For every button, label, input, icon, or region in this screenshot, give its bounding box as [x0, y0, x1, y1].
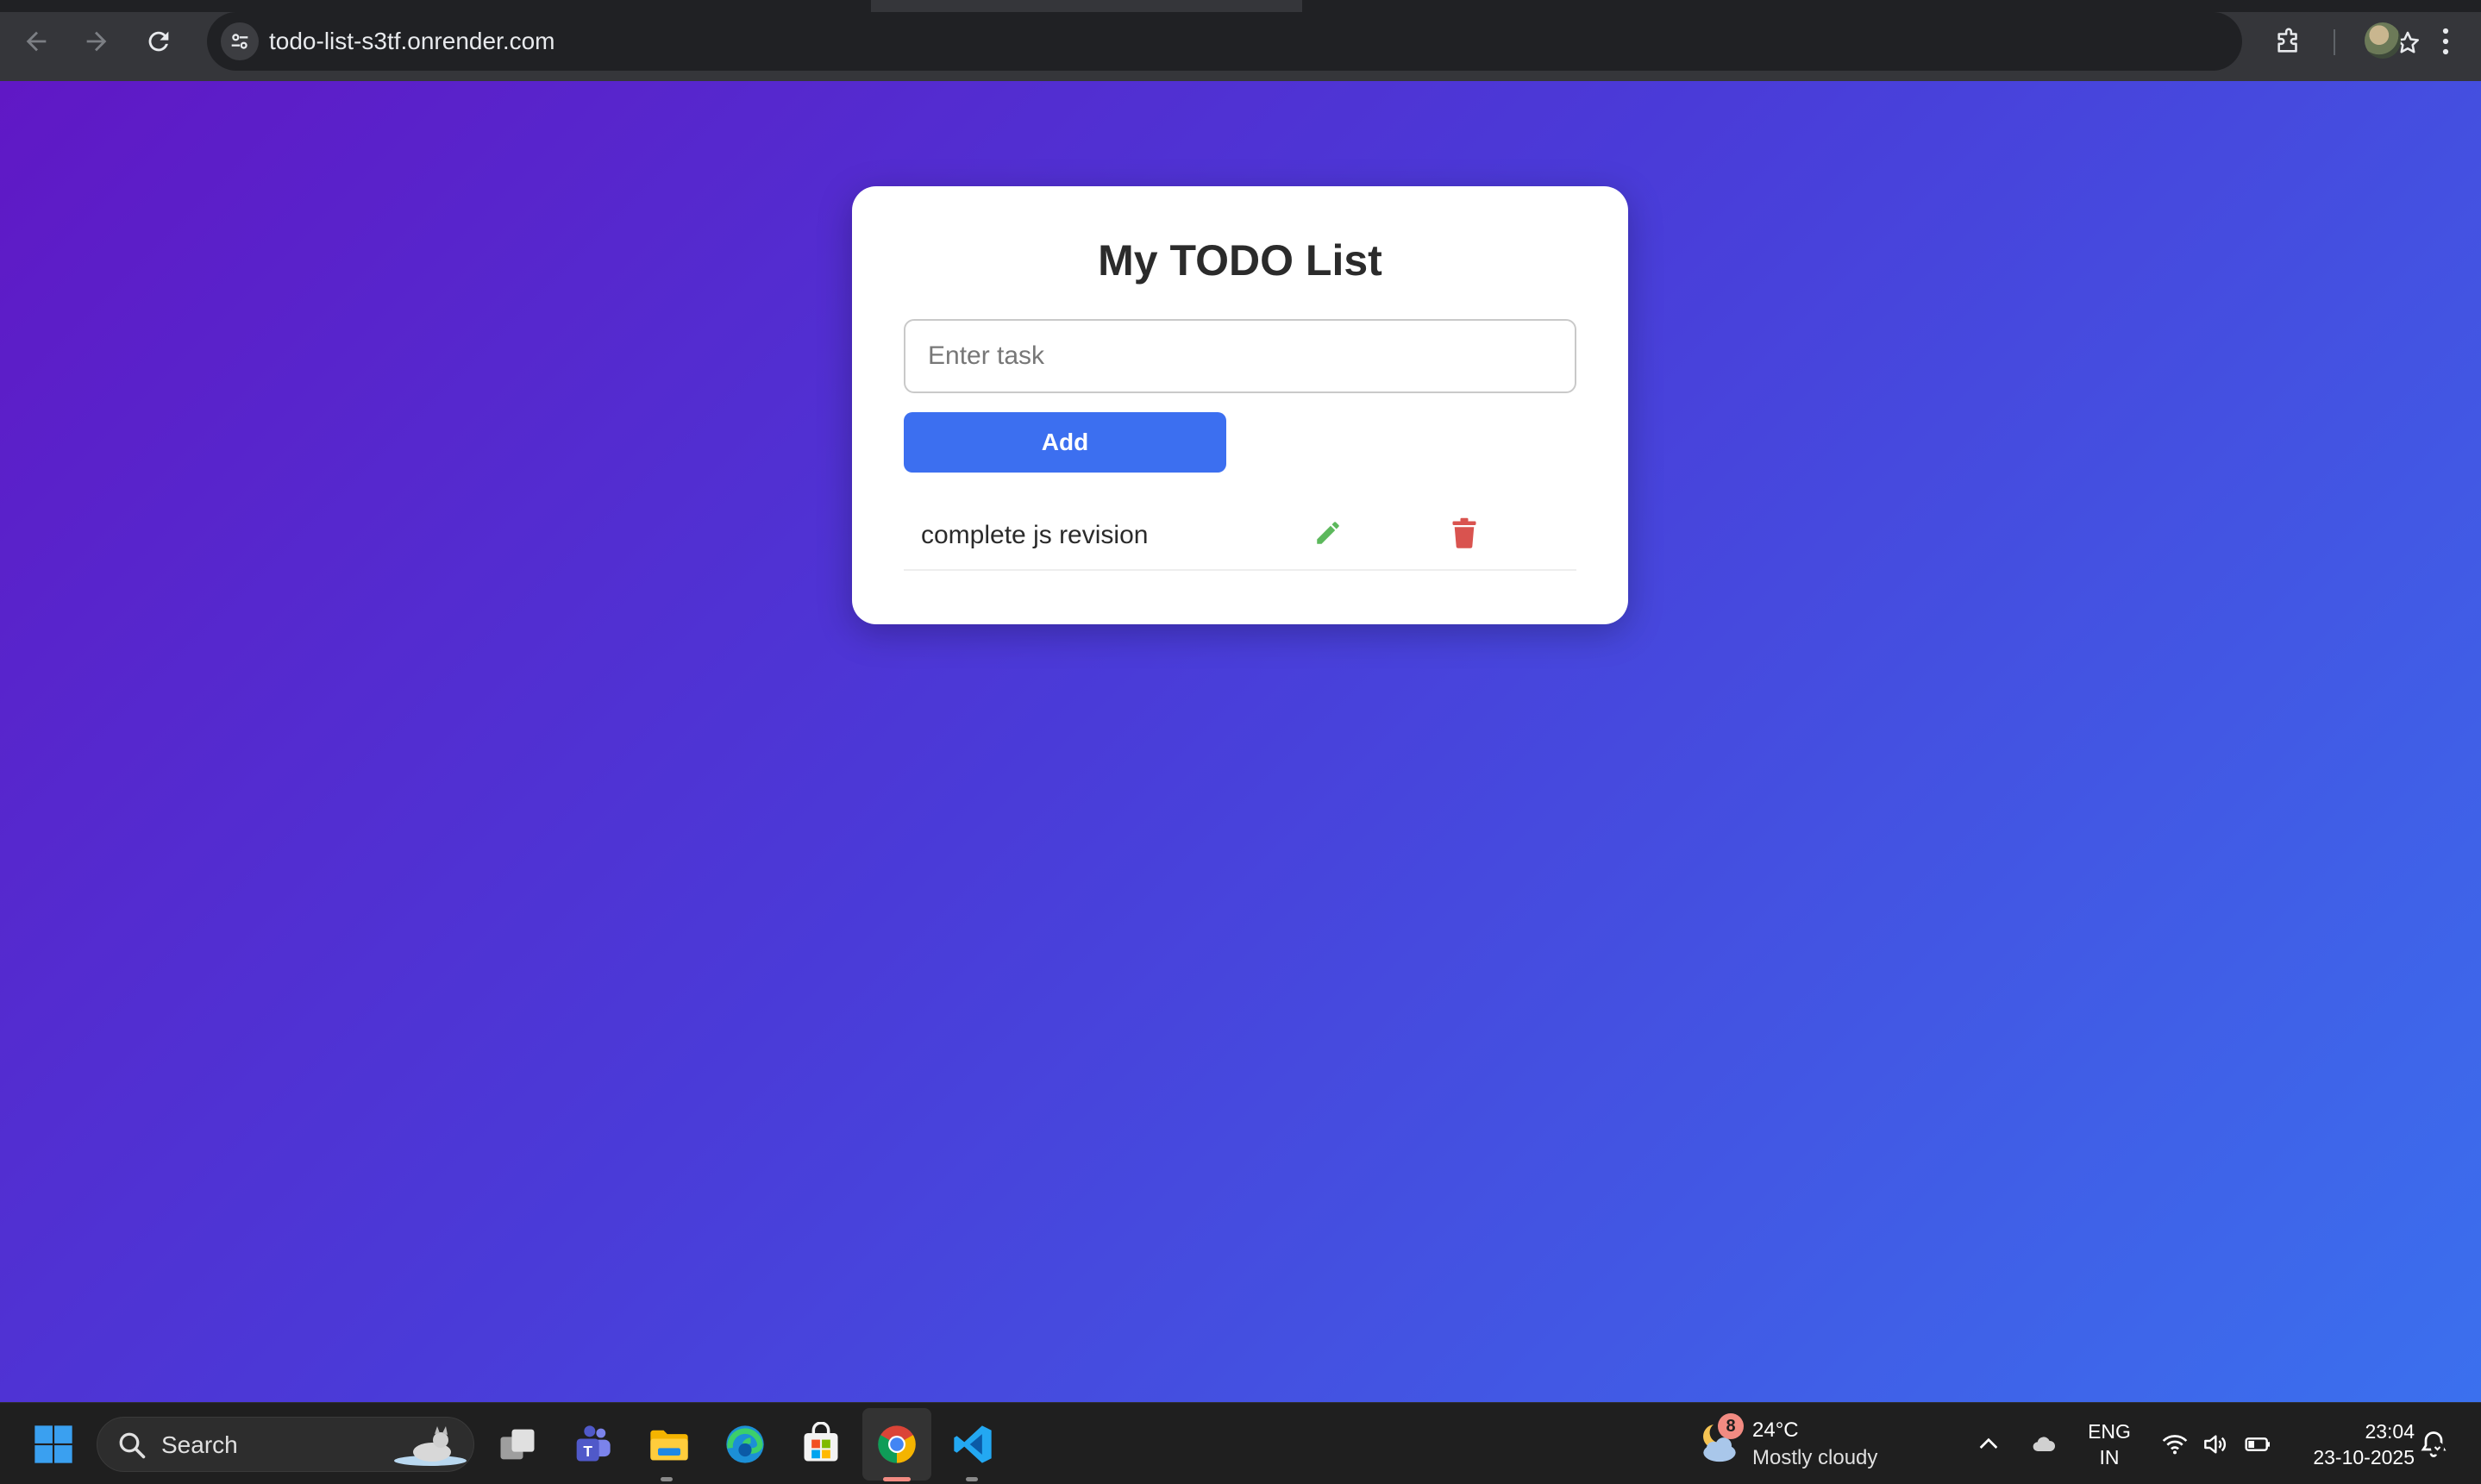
back-button[interactable] — [19, 24, 53, 59]
system-clock[interactable]: 23:04 23-10-2025 — [2285, 1418, 2415, 1470]
browser-toolbar: todo-list-s3tf.onrender.com — [0, 0, 2481, 81]
task-input[interactable] — [904, 319, 1576, 393]
notification-bell-icon[interactable] — [2418, 1427, 2449, 1462]
store-icon — [804, 1422, 838, 1462]
battery-button[interactable] — [2242, 1429, 2273, 1460]
vscode-icon — [954, 1425, 992, 1463]
region-code: IN — [2099, 1446, 2120, 1468]
extensions-button[interactable] — [2270, 22, 2308, 60]
onedrive-button[interactable] — [2028, 1429, 2059, 1460]
menu-button[interactable] — [2428, 22, 2463, 60]
page-title: My TODO List — [1098, 236, 1382, 285]
task-list: complete js revision — [904, 497, 1576, 571]
clock-time: 23:04 — [2365, 1420, 2415, 1443]
tune-icon — [231, 34, 248, 49]
chrome-button[interactable] — [871, 1418, 923, 1470]
edge-icon — [726, 1425, 764, 1463]
puzzle-icon — [2277, 28, 2297, 53]
start-button[interactable] — [28, 1418, 79, 1470]
file-explorer-icon — [650, 1430, 688, 1461]
language-indicator[interactable]: ENG IN — [2083, 1418, 2135, 1470]
wifi-icon — [2162, 1435, 2188, 1455]
site-info-button[interactable] — [221, 22, 259, 60]
task-item: complete js revision — [904, 497, 1576, 571]
task-text: complete js revision — [921, 521, 1149, 549]
trash-icon — [1452, 517, 1476, 548]
vscode-button[interactable] — [947, 1418, 999, 1470]
clock-date: 23-10-2025 — [2313, 1446, 2415, 1468]
reload-button[interactable] — [141, 24, 176, 59]
toolbar-divider — [2334, 29, 2335, 55]
task-view-icon — [500, 1429, 535, 1460]
teams-icon: T — [576, 1425, 611, 1462]
active-tab[interactable] — [871, 0, 1302, 12]
avatar[interactable] — [2365, 22, 2401, 59]
chevron-up-icon — [1979, 1437, 1998, 1449]
speaker-icon — [2204, 1435, 2226, 1454]
taskbar-search[interactable]: Search — [97, 1417, 474, 1472]
windows-start-icon — [34, 1425, 72, 1463]
store-button[interactable] — [795, 1418, 847, 1470]
arrow-left-icon — [26, 31, 47, 52]
delete-button[interactable] — [1445, 514, 1483, 552]
weather-description: Mostly cloudy — [1752, 1446, 1878, 1469]
search-label: Search — [161, 1431, 238, 1458]
page-viewport: My TODO List Add complete js revision — [0, 81, 2481, 1402]
cloud-icon — [2033, 1437, 2056, 1452]
explorer-running-indicator — [661, 1477, 673, 1481]
taskbar: Search T 8 24°C Mostly cloudy ENG IN 23:… — [0, 1402, 2481, 1484]
chrome-running-indicator — [883, 1477, 911, 1481]
weather-widget[interactable]: 8 24°C Mostly cloudy — [1694, 1413, 1901, 1475]
language-code: ENG — [2088, 1420, 2131, 1443]
task-view-button[interactable] — [492, 1418, 543, 1470]
add-button[interactable]: Add — [904, 412, 1226, 473]
reload-icon — [148, 31, 169, 52]
wifi-button[interactable] — [2159, 1429, 2190, 1460]
url-text[interactable]: todo-list-s3tf.onrender.com — [269, 28, 555, 55]
volume-button[interactable] — [2199, 1429, 2230, 1460]
edge-button[interactable] — [719, 1418, 771, 1470]
file-explorer-button[interactable] — [643, 1418, 695, 1470]
todo-card: My TODO List Add complete js revision — [852, 186, 1628, 624]
kebab-menu-icon — [2442, 28, 2449, 55]
pencil-icon — [1317, 522, 1339, 544]
tab-strip — [0, 0, 2481, 12]
forward-button[interactable] — [79, 24, 114, 59]
battery-icon — [2245, 1437, 2270, 1451]
teams-button[interactable]: T — [566, 1418, 617, 1470]
svg-text:T: T — [583, 1443, 592, 1460]
chrome-icon — [878, 1425, 916, 1463]
search-icon — [119, 1432, 146, 1459]
address-bar[interactable]: todo-list-s3tf.onrender.com — [207, 12, 2420, 71]
weather-temperature: 24°C — [1752, 1418, 1799, 1442]
weather-badge: 8 — [1718, 1413, 1744, 1439]
cat-illustration-icon — [394, 1426, 467, 1466]
arrow-right-icon — [86, 31, 107, 52]
vscode-running-indicator — [966, 1477, 978, 1481]
show-hidden-icons-button[interactable] — [1973, 1429, 2004, 1460]
edit-button[interactable] — [1309, 514, 1347, 552]
